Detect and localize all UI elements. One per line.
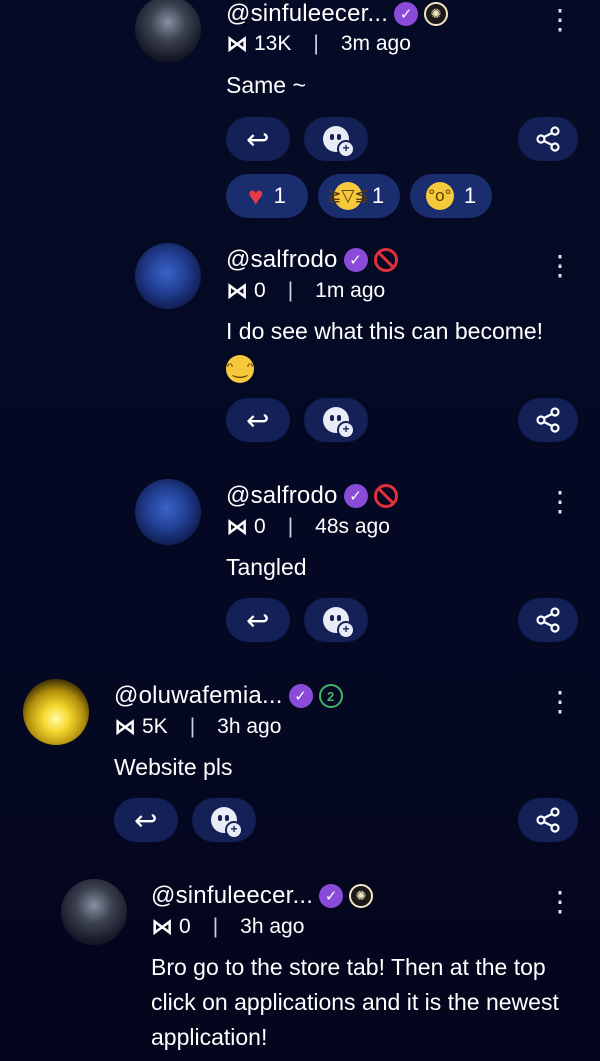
m-score-icon: ⋈ xyxy=(226,514,248,539)
comment-header: @sinfuleecer... ✓ ✺ xyxy=(226,0,449,28)
score: 0 xyxy=(254,515,266,538)
share-button[interactable] xyxy=(518,798,578,842)
comment-text: Same ~ xyxy=(226,72,306,98)
comment-header: @salfrodo ✓ xyxy=(226,246,398,274)
reply-button[interactable]: ↪ xyxy=(226,598,290,642)
more-options-icon[interactable]: ⋮ xyxy=(546,688,574,716)
more-options-icon[interactable]: ⋮ xyxy=(546,252,574,280)
share-icon xyxy=(536,607,560,633)
reaction-heart[interactable]: ♥ 1 xyxy=(226,174,308,218)
add-reaction-icon: + xyxy=(323,126,355,158)
verified-badge-icon: ✓ xyxy=(394,2,419,26)
verified-badge-icon: ✓ xyxy=(343,484,368,508)
separator: | xyxy=(287,279,294,302)
level-badge-icon: 2 xyxy=(318,684,343,708)
separator: | xyxy=(189,715,196,738)
verified-badge-icon: ✓ xyxy=(343,248,368,272)
comment-meta: ⋈ 13K | 3m ago xyxy=(226,31,411,57)
avatar[interactable] xyxy=(23,679,89,745)
score: 0 xyxy=(254,279,266,302)
avatar[interactable] xyxy=(135,0,201,62)
comment-meta: ⋈ 0 | 48s ago xyxy=(226,514,390,540)
comment-header: @salfrodo ✓ xyxy=(226,482,398,510)
share-button[interactable] xyxy=(518,117,578,161)
timestamp: 3h ago xyxy=(240,915,305,938)
reaction-count: 1 xyxy=(371,183,385,208)
reaction-laughing[interactable]: ≧▽≦ 1 xyxy=(318,174,400,218)
m-score-icon: ⋈ xyxy=(226,278,248,303)
more-options-icon[interactable]: ⋮ xyxy=(546,6,574,34)
comment-meta: ⋈ 0 | 1m ago xyxy=(226,278,385,304)
comment-text: Tangled xyxy=(226,554,307,580)
reply-button[interactable]: ↪ xyxy=(114,798,178,842)
separator: | xyxy=(287,515,294,538)
comment-header: @oluwafemia... ✓ 2 xyxy=(114,682,343,710)
avatar[interactable] xyxy=(135,479,201,545)
emblem-icon: ✺ xyxy=(424,2,449,26)
timestamp: 1m ago xyxy=(315,279,386,302)
emblem-icon: ✺ xyxy=(349,884,374,908)
heart-emoji-icon: ♥ xyxy=(248,180,264,211)
username[interactable]: @sinfuleecer... xyxy=(151,882,313,910)
score: 13K xyxy=(254,32,292,55)
verified-badge-icon: ✓ xyxy=(288,684,313,708)
comment-text-content: I do see what this can become! xyxy=(226,318,544,344)
add-reaction-button[interactable]: + xyxy=(304,598,368,642)
score: 5K xyxy=(142,715,168,738)
share-button[interactable] xyxy=(518,398,578,442)
reply-button[interactable]: ↪ xyxy=(226,398,290,442)
banned-icon xyxy=(373,248,398,272)
reply-arrow-icon: ↪ xyxy=(246,604,270,636)
username[interactable]: @salfrodo xyxy=(226,482,338,510)
separator: | xyxy=(212,915,219,938)
timestamp: 3m ago xyxy=(340,32,411,55)
add-reaction-button[interactable]: + xyxy=(304,117,368,161)
timestamp: 3h ago xyxy=(217,715,282,738)
add-reaction-icon: + xyxy=(323,407,355,439)
reply-arrow-icon: ↪ xyxy=(246,404,270,436)
share-button[interactable] xyxy=(518,598,578,642)
separator: | xyxy=(313,32,319,55)
avatar[interactable] xyxy=(61,879,127,945)
laughing-emoji-icon: ≧▽≦ xyxy=(327,182,369,210)
m-score-icon: ⋈ xyxy=(226,31,248,56)
comment-header: @sinfuleecer... ✓ ✺ xyxy=(151,882,374,910)
reply-arrow-icon: ↪ xyxy=(246,123,270,155)
reply-button[interactable]: ↪ xyxy=(226,117,290,161)
reply-arrow-icon: ↪ xyxy=(134,804,158,836)
more-options-icon[interactable]: ⋮ xyxy=(546,488,574,516)
score: 0 xyxy=(179,915,191,938)
share-icon xyxy=(536,407,560,433)
add-reaction-icon: + xyxy=(323,607,355,639)
add-reaction-icon: + xyxy=(211,807,243,839)
username[interactable]: @sinfuleecer... xyxy=(226,0,388,28)
m-score-icon: ⋈ xyxy=(114,714,136,739)
comment-text: Bro go to the store tab! Then at the top… xyxy=(151,954,559,1050)
comment-meta: ⋈ 5K | 3h ago xyxy=(114,714,281,740)
comment-meta: ⋈ 0 | 3h ago xyxy=(151,914,304,940)
share-icon xyxy=(536,807,560,833)
username[interactable]: @salfrodo xyxy=(226,246,338,274)
reaction-count: 1 xyxy=(273,183,286,208)
add-reaction-button[interactable]: + xyxy=(304,398,368,442)
banned-icon xyxy=(373,484,398,508)
comment-text: I do see what this can become! ᵔ‿ᵔ xyxy=(226,314,543,384)
timestamp: 48s ago xyxy=(315,515,390,538)
share-icon xyxy=(536,126,560,152)
verified-badge-icon: ✓ xyxy=(319,884,344,908)
more-options-icon[interactable]: ⋮ xyxy=(546,888,574,916)
reaction-count: 1 xyxy=(463,183,477,208)
reaction-surprised[interactable]: °o° 1 xyxy=(410,174,492,218)
avatar[interactable] xyxy=(135,243,201,309)
add-reaction-button[interactable]: + xyxy=(192,798,256,842)
m-score-icon: ⋈ xyxy=(151,914,173,939)
surprised-emoji-icon: °o° xyxy=(425,182,454,210)
relieved-emoji-icon: ᵔ‿ᵔ xyxy=(226,354,254,383)
username[interactable]: @oluwafemia... xyxy=(114,682,283,710)
comment-text: Website pls xyxy=(114,754,233,780)
